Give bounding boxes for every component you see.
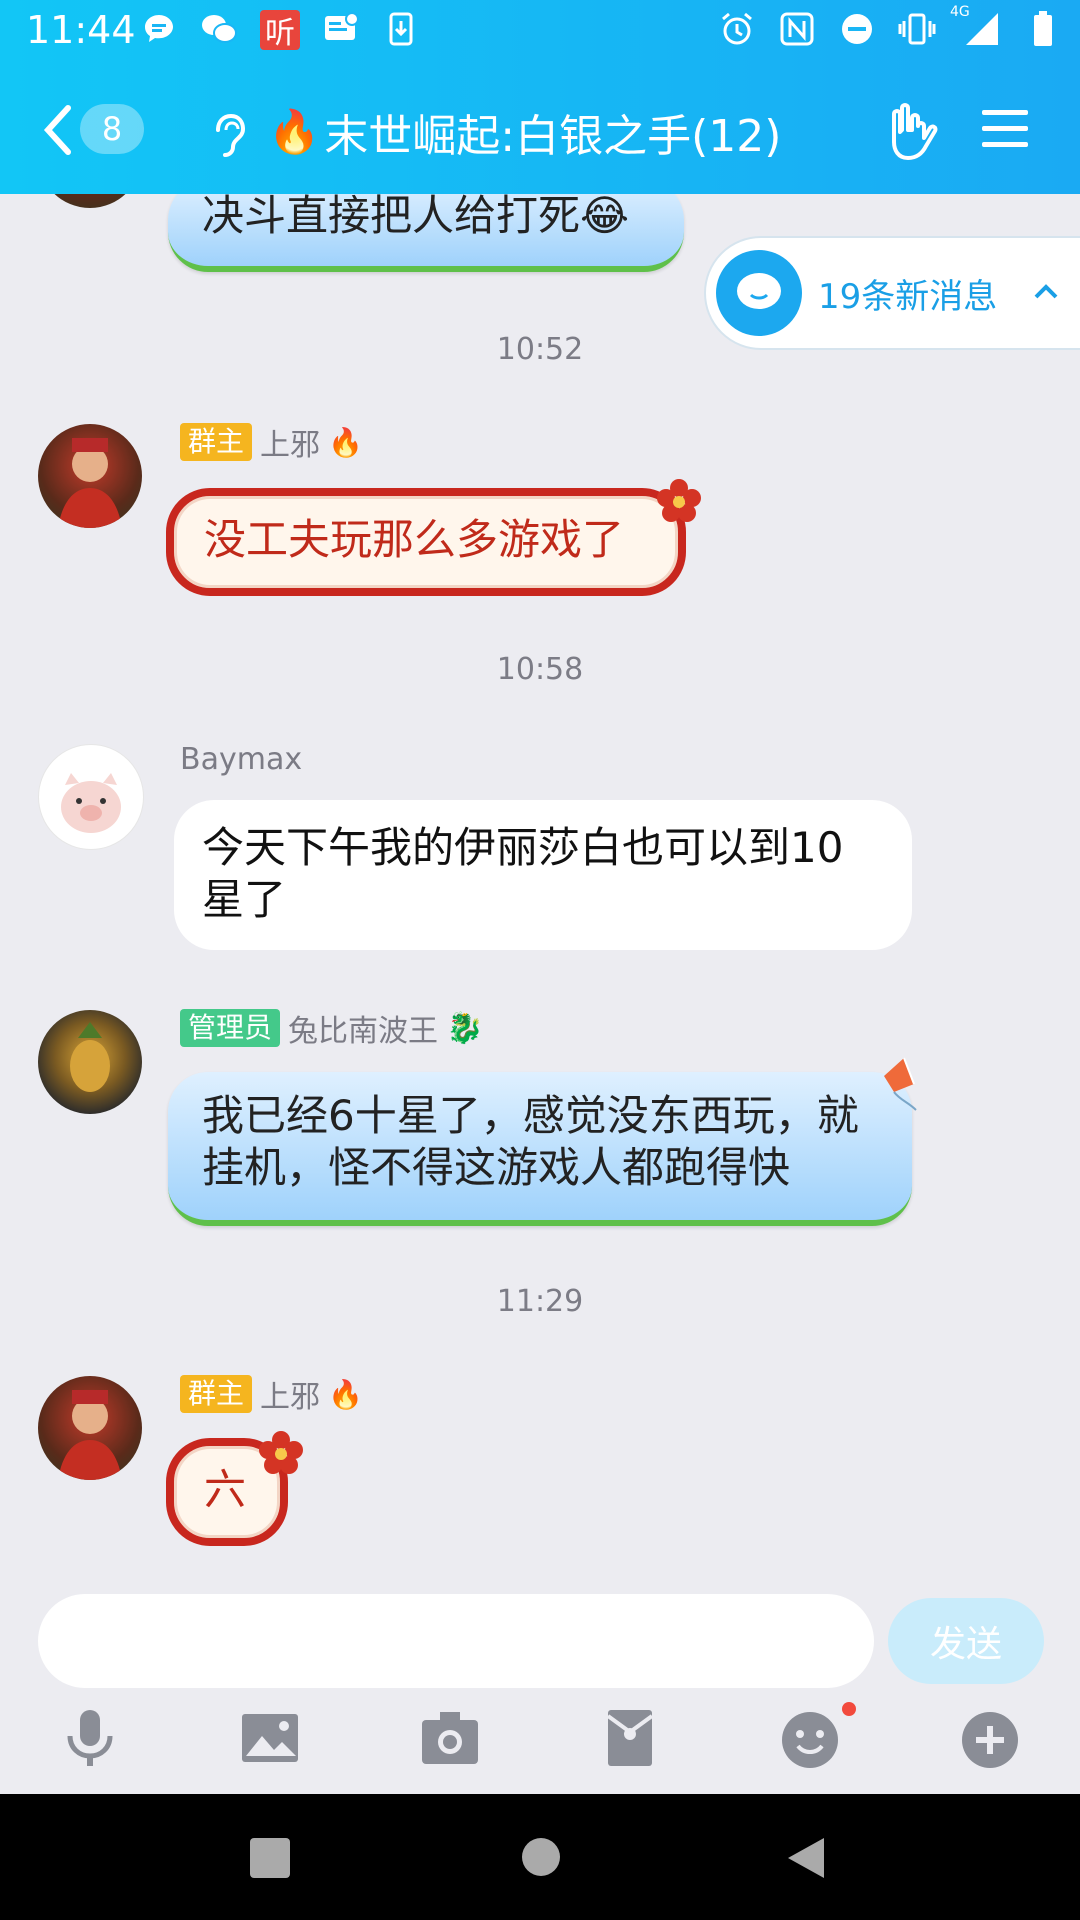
message-text: 决斗直接把人给打死😂	[202, 194, 630, 240]
recent-apps-icon[interactable]	[248, 1836, 292, 1884]
flower-decoration-icon	[256, 1428, 306, 1478]
dragon-flair-icon: 🐉	[446, 1010, 484, 1046]
home-icon[interactable]	[520, 1836, 562, 1882]
timestamp: 11:29	[496, 1284, 584, 1319]
camera-icon[interactable]	[418, 1706, 482, 1770]
image-icon[interactable]	[238, 1706, 302, 1770]
red-packet-icon[interactable]	[598, 1706, 662, 1770]
unread-count-badge[interactable]: 8	[80, 104, 144, 154]
input-area: 发送	[0, 1590, 1080, 1794]
sender-name[interactable]: Baymax	[180, 742, 302, 777]
fire-flair-icon: 🔥	[328, 425, 363, 459]
fire-flair-icon: 🔥	[328, 1377, 363, 1411]
ting-app-icon: 听	[260, 10, 300, 51]
microphone-icon[interactable]	[58, 1706, 122, 1770]
network-type: 4G	[950, 4, 970, 20]
emoji-notification-dot	[842, 1702, 856, 1716]
signal-icon: 4G	[950, 4, 1002, 48]
message-bubble[interactable]: 决斗直接把人给打死😂	[168, 194, 684, 272]
message-text: 六	[204, 1465, 247, 1514]
dnd-icon	[838, 10, 876, 48]
avatar[interactable]	[38, 424, 142, 528]
sender-name[interactable]: 兔比南波王	[288, 1006, 438, 1050]
message-input[interactable]	[38, 1594, 874, 1688]
owner-badge: 群主	[180, 1375, 253, 1413]
wechat-icon	[200, 10, 238, 48]
emoji-icon[interactable]	[778, 1706, 842, 1770]
status-notification-icons: 听	[140, 10, 420, 51]
sender-name[interactable]: 上邪	[260, 420, 320, 464]
timestamp: 10:58	[496, 652, 584, 687]
sender-name[interactable]: 上邪	[260, 1372, 320, 1416]
message-bubble[interactable]: 今天下午我的伊丽莎白也可以到10星了	[174, 800, 912, 950]
input-toolbar	[0, 1702, 1080, 1786]
status-time: 11:44	[26, 8, 136, 52]
download-icon	[382, 10, 420, 48]
kite-decoration-icon	[874, 1056, 924, 1111]
menu-icon[interactable]	[982, 106, 1028, 152]
avatar[interactable]	[38, 1376, 142, 1480]
message-text: 没工夫玩那么多游戏了	[204, 515, 625, 564]
chat-header: 11:44 听 4G 8 🔥 末世崛起:白银之手(12)	[0, 0, 1080, 194]
back-icon[interactable]	[786, 1836, 826, 1884]
group-name: 末世崛起:白银之手(12)	[324, 111, 782, 162]
sender-line: 群主 上邪 🔥	[180, 1372, 363, 1416]
new-messages-button[interactable]: 19条新消息	[704, 236, 1080, 350]
sender-line: Baymax	[180, 742, 302, 777]
chat-bubble-icon	[716, 250, 802, 336]
back-button[interactable]	[38, 100, 78, 160]
chevron-up-icon	[1033, 282, 1059, 304]
new-messages-label: 19条新消息	[818, 276, 998, 317]
avatar[interactable]	[38, 194, 142, 208]
chat-title: 🔥 末世崛起:白银之手(12)	[268, 100, 781, 164]
message-list[interactable]: 决斗直接把人给打死😂 10:52 群主 上邪 🔥 没工夫玩那么多游戏了 10:5…	[0, 194, 1080, 1590]
flower-decoration-icon	[654, 476, 704, 526]
sender-line: 管理员 兔比南波王 🐉	[180, 1006, 483, 1050]
status-system-icons: 4G	[718, 4, 1062, 48]
avatar[interactable]	[38, 744, 144, 850]
message-text: 今天下午我的伊丽莎白也可以到10星了	[202, 823, 844, 924]
owner-badge: 群主	[180, 423, 253, 461]
message-bubble[interactable]: 我已经6十星了，感觉没东西玩，就挂机，怪不得这游戏人都跑得快	[168, 1072, 912, 1226]
message-bubble[interactable]: 没工夫玩那么多游戏了	[166, 488, 686, 596]
send-button[interactable]: 发送	[888, 1598, 1044, 1684]
notification-icon	[322, 10, 360, 48]
battery-icon	[1024, 10, 1062, 48]
avatar[interactable]	[38, 1010, 142, 1114]
vibrate-icon	[898, 10, 936, 48]
plus-icon[interactable]	[958, 1706, 1022, 1770]
rock-hand-icon[interactable]	[884, 100, 940, 160]
alarm-icon	[718, 10, 756, 48]
nfc-icon	[778, 10, 816, 48]
system-navigation-bar	[0, 1794, 1080, 1920]
message-icon	[140, 10, 178, 48]
admin-badge: 管理员	[180, 1009, 281, 1047]
message-text: 我已经6十星了，感觉没东西玩，就挂机，怪不得这游戏人都跑得快	[202, 1091, 859, 1192]
title-fire-emoji: 🔥	[268, 107, 321, 156]
ear-icon[interactable]	[206, 110, 246, 158]
sender-line: 群主 上邪 🔥	[180, 420, 363, 464]
